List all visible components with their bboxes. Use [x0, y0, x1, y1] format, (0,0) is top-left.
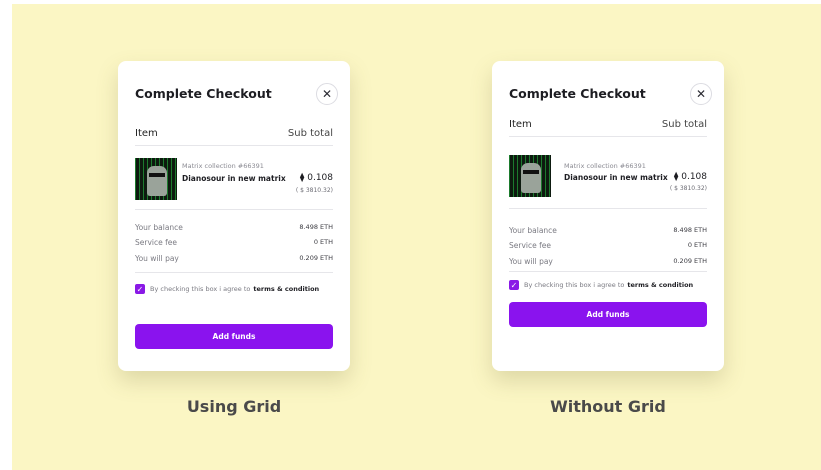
terms-checkbox-row: ✓ By checking this box i agree to terms …: [509, 280, 693, 290]
item-price: ⧫ 0.108: [673, 172, 707, 182]
you-will-pay-value: 0.209 ETH: [299, 254, 333, 262]
balance-value: 8.498 ETH: [299, 223, 333, 231]
canvas-background: Complete Checkout ✕ Item Sub total Matri…: [12, 4, 821, 470]
subtotal-header: Sub total: [661, 119, 707, 130]
subtotal-header: Sub total: [287, 128, 333, 139]
terms-link[interactable]: terms & condition: [253, 285, 319, 293]
card-title: Complete Checkout: [509, 86, 646, 101]
agree-text: By checking this box i agree to: [524, 281, 625, 289]
item-price: ⧫ 0.108: [299, 173, 333, 183]
checkout-card-without-grid: Complete Checkout ✕ Item Sub total Matri…: [492, 61, 724, 371]
close-icon: ✕: [695, 87, 707, 101]
service-fee-value: 0 ETH: [313, 238, 333, 246]
add-funds-button[interactable]: Add funds: [509, 302, 707, 327]
you-will-pay-value: 0.209 ETH: [673, 257, 707, 265]
you-will-pay-label: You will pay: [509, 257, 553, 266]
close-icon: ✕: [321, 87, 333, 101]
divider: [135, 272, 333, 273]
item-header: Item: [135, 128, 158, 139]
service-fee-label: Service fee: [135, 238, 177, 247]
collection-label: Matrix collection #66391: [564, 162, 646, 170]
card-title: Complete Checkout: [135, 86, 272, 101]
terms-checkbox[interactable]: ✓: [509, 280, 519, 290]
divider: [509, 271, 707, 272]
terms-link[interactable]: terms & condition: [627, 281, 693, 289]
balance-row: Your balance 8.498 ETH: [135, 223, 333, 232]
service-fee-label: Service fee: [509, 241, 551, 250]
add-funds-button[interactable]: Add funds: [135, 324, 333, 349]
caption-without-grid: Without Grid: [550, 397, 666, 416]
service-fee-value: 0 ETH: [687, 241, 707, 249]
checkout-card-using-grid: Complete Checkout ✕ Item Sub total Matri…: [118, 61, 350, 371]
item-header: Item: [509, 119, 532, 130]
divider: [135, 145, 333, 146]
balance-value: 8.498 ETH: [673, 226, 707, 234]
terms-checkbox[interactable]: ✓: [135, 284, 145, 294]
agree-text: By checking this box i agree to: [150, 285, 251, 293]
you-will-pay-row: You will pay 0.209 ETH: [509, 257, 707, 266]
service-fee-row: Service fee 0 ETH: [135, 238, 333, 247]
item-price-usd: ( $ 3810.32): [669, 185, 707, 192]
table-header: Item Sub total: [509, 119, 707, 130]
terms-checkbox-row: ✓ By checking this box i agree to terms …: [135, 284, 319, 294]
nft-thumbnail: [135, 158, 177, 200]
divider: [135, 209, 333, 210]
service-fee-row: Service fee 0 ETH: [509, 241, 707, 250]
nft-thumbnail: [509, 155, 551, 197]
balance-row: Your balance 8.498 ETH: [509, 226, 707, 235]
close-button[interactable]: ✕: [690, 83, 712, 105]
close-button[interactable]: ✕: [316, 83, 338, 105]
item-price-usd: ( $ 3810.32): [295, 187, 333, 194]
item-name: Dianosour in new matrix: [564, 173, 668, 182]
table-header: Item Sub total: [135, 128, 333, 139]
you-will-pay-row: You will pay 0.209 ETH: [135, 254, 333, 263]
item-name: Dianosour in new matrix: [182, 174, 286, 183]
balance-label: Your balance: [135, 223, 183, 232]
divider: [509, 136, 707, 137]
collection-label: Matrix collection #66391: [182, 162, 264, 170]
caption-using-grid: Using Grid: [186, 397, 282, 416]
check-icon: ✓: [510, 280, 518, 290]
balance-label: Your balance: [509, 226, 557, 235]
divider: [509, 208, 707, 209]
check-icon: ✓: [136, 284, 144, 294]
you-will-pay-label: You will pay: [135, 254, 179, 263]
